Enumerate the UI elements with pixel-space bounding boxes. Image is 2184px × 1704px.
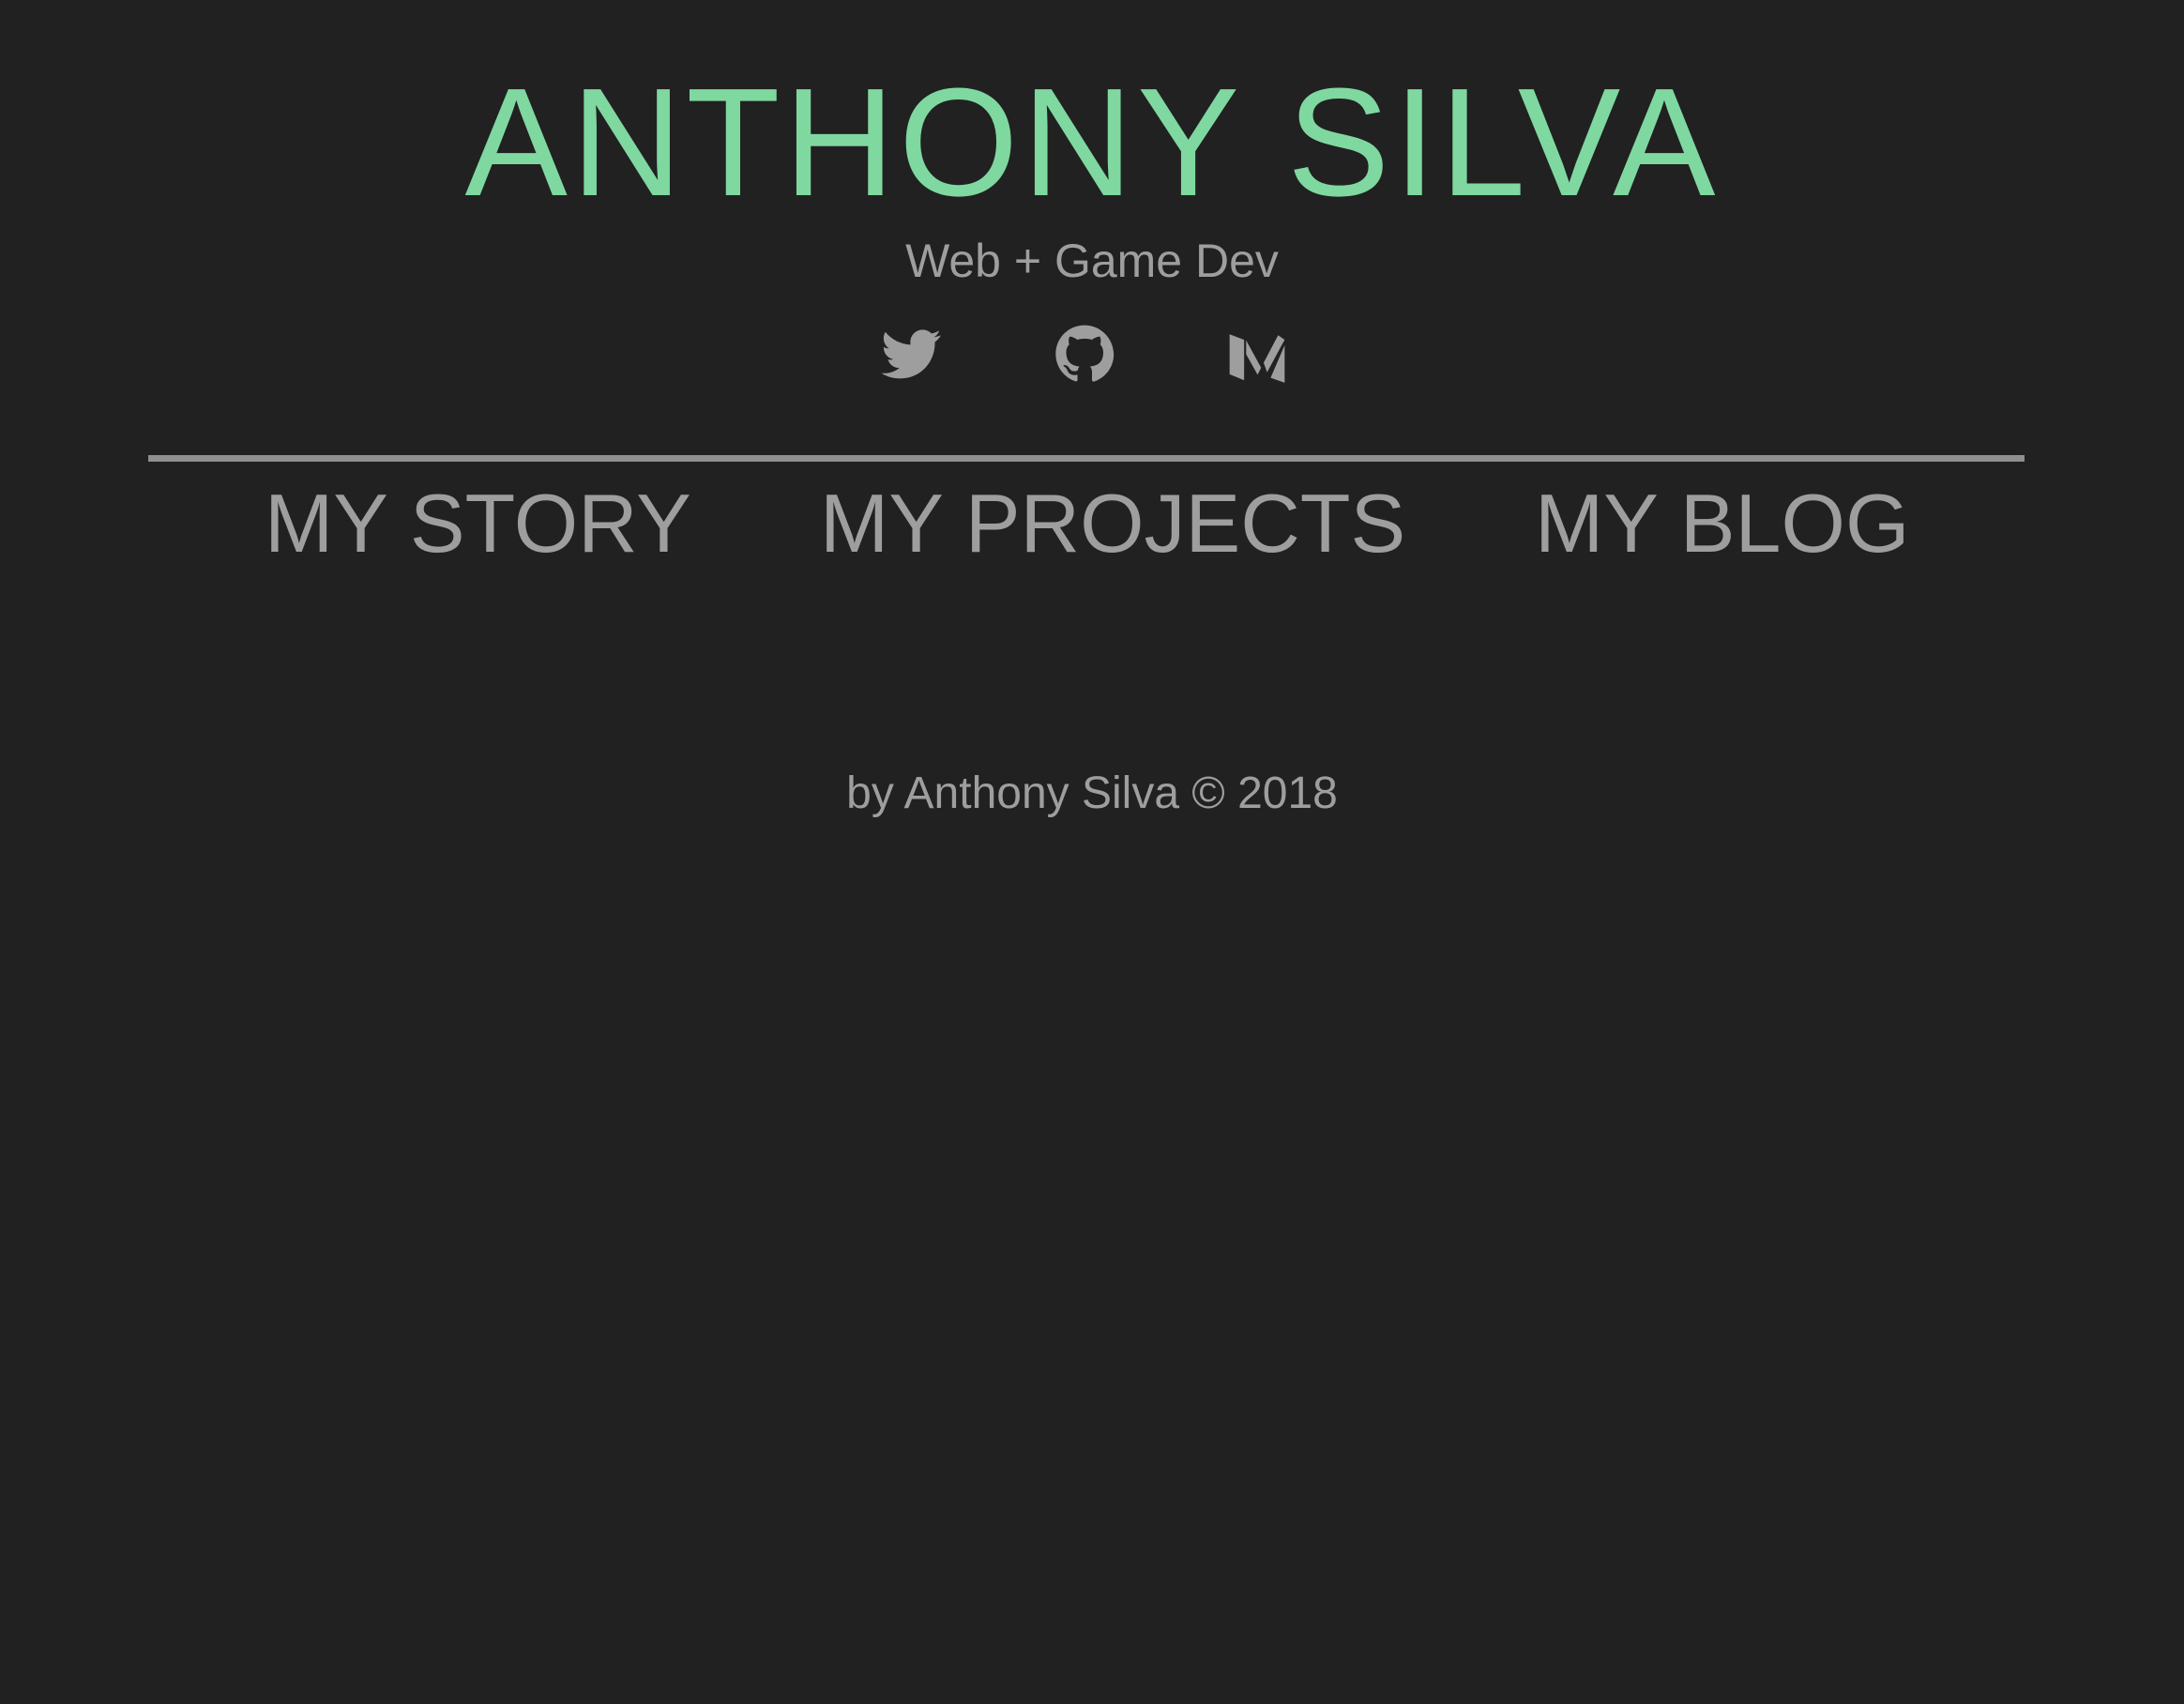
nav-my-projects[interactable]: MY PROJECTS [820, 477, 1405, 571]
nav-divider [148, 455, 2025, 462]
twitter-icon [882, 324, 942, 384]
github-icon [1054, 324, 1115, 384]
footer-text: by Anthony Silva © 2018 [846, 768, 1338, 818]
nav-my-blog[interactable]: MY BLOG [1535, 477, 1909, 571]
site-tagline: Web + Game Dev [905, 235, 1279, 287]
twitter-link[interactable] [882, 324, 942, 384]
nav-my-story[interactable]: MY STORY [265, 477, 691, 571]
medium-link[interactable] [1227, 324, 1287, 384]
github-link[interactable] [1054, 324, 1115, 384]
medium-icon [1227, 324, 1287, 384]
site-title: ANTHONY SILVA [464, 56, 1720, 228]
